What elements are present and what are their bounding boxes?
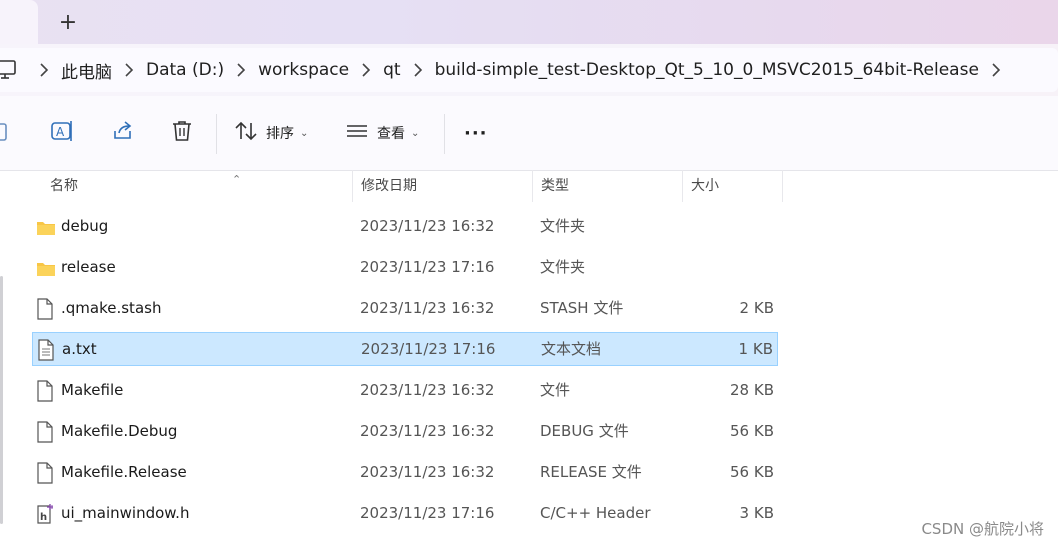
more-icon: ···	[464, 122, 488, 144]
more-options-button[interactable]: ···	[464, 120, 488, 146]
new-tab-button[interactable]: +	[54, 8, 82, 36]
file-date: 2023/11/23 16:32	[360, 299, 495, 317]
file-name: debug	[61, 217, 109, 235]
file-icon	[36, 421, 54, 443]
file-row-makefile[interactable]: Makefile 2023/11/23 16:32 文件 28 KB	[32, 374, 778, 408]
breadcrumb-item-workspace[interactable]: workspace	[255, 60, 352, 80]
file-size: 2 KB	[739, 299, 774, 317]
file-name: release	[61, 258, 116, 276]
header-file-icon: h	[36, 503, 54, 524]
file-size: 56 KB	[730, 422, 774, 440]
scrollbar[interactable]	[0, 276, 3, 524]
copy-icon	[0, 120, 12, 146]
sort-label: 排序	[266, 126, 294, 142]
file-row-makefile-release[interactable]: Makefile.Release 2023/11/23 16:32 RELEAS…	[32, 456, 778, 490]
file-icon	[36, 298, 54, 320]
folder-icon	[36, 216, 56, 236]
file-type: DEBUG 文件	[540, 422, 629, 440]
text-file-icon	[37, 339, 55, 361]
file-date: 2023/11/23 16:32	[360, 217, 495, 235]
share-icon	[111, 119, 135, 147]
chevron-right-icon[interactable]	[227, 63, 255, 77]
toolbar-separator	[216, 114, 217, 154]
chevron-right-icon[interactable]	[404, 63, 432, 77]
rename-icon: A	[50, 119, 76, 147]
file-row-makefile-debug[interactable]: Makefile.Debug 2023/11/23 16:32 DEBUG 文件…	[32, 415, 778, 449]
file-size: 56 KB	[730, 463, 774, 481]
chevron-down-icon: ⌄	[300, 127, 309, 139]
file-size: 3 KB	[739, 504, 774, 522]
file-row-ui-mainwindow-h[interactable]: h ui_mainwindow.h 2023/11/23 17:16 C/C++…	[32, 497, 778, 531]
file-type: C/C++ Header	[540, 504, 651, 522]
column-type-label: 类型	[541, 178, 569, 194]
sort-button[interactable]: 排序 ⌄	[234, 120, 308, 146]
column-date-modified[interactable]: 修改日期	[353, 170, 533, 202]
chevron-down-icon: ⌄	[411, 127, 420, 139]
share-button[interactable]	[111, 120, 135, 146]
file-type: 文本文档	[541, 340, 602, 358]
file-name: .qmake.stash	[61, 299, 162, 317]
file-icon	[36, 462, 54, 484]
file-name: a.txt	[62, 340, 97, 358]
sort-icon	[234, 120, 258, 146]
file-row-debug[interactable]: debug 2023/11/23 16:32 文件夹	[32, 210, 778, 244]
folder-icon	[36, 257, 56, 277]
svg-text:h: h	[40, 512, 47, 523]
view-button[interactable]: 查看 ⌄	[346, 120, 419, 146]
file-date: 2023/11/23 16:32	[360, 381, 495, 399]
file-size: 28 KB	[730, 381, 774, 399]
delete-button[interactable]	[171, 120, 193, 146]
file-row-a-txt[interactable]: a.txt 2023/11/23 17:16 文本文档 1 KB	[32, 332, 778, 366]
file-date: 2023/11/23 16:32	[360, 463, 495, 481]
rename-button[interactable]: A	[50, 120, 76, 146]
file-date: 2023/11/23 17:16	[360, 504, 495, 522]
file-name: Makefile.Release	[61, 463, 187, 481]
active-tab[interactable]	[0, 0, 38, 44]
file-type: 文件	[540, 381, 571, 399]
toolbar-separator	[444, 114, 445, 154]
file-size: 1 KB	[738, 340, 773, 358]
file-type: 文件夹	[540, 258, 586, 276]
column-header: 名称 ⌃ 修改日期 类型 大小	[0, 170, 1058, 202]
chevron-right-icon[interactable]	[115, 63, 143, 77]
breadcrumb-item-qt[interactable]: qt	[380, 60, 403, 80]
file-name: Makefile.Debug	[61, 422, 178, 440]
trash-icon	[171, 119, 193, 147]
chevron-right-icon[interactable]	[982, 63, 1010, 77]
file-row-qmake-stash[interactable]: .qmake.stash 2023/11/23 16:32 STASH 文件 2…	[32, 292, 778, 326]
file-date: 2023/11/23 17:16	[361, 340, 496, 358]
breadcrumb-item-this-pc[interactable]: 此电脑	[58, 58, 115, 83]
column-name-label: 名称	[50, 178, 78, 194]
sort-ascending-icon: ⌃	[232, 173, 242, 186]
copy-button[interactable]	[0, 120, 12, 146]
file-type: 文件夹	[540, 217, 586, 235]
file-icon	[36, 380, 54, 402]
file-row-release[interactable]: release 2023/11/23 17:16 文件夹	[32, 251, 778, 285]
view-list-icon	[346, 122, 368, 144]
chevron-right-icon[interactable]	[352, 63, 380, 77]
column-size[interactable]: 大小	[683, 170, 783, 202]
file-date: 2023/11/23 16:32	[360, 422, 495, 440]
file-type: RELEASE 文件	[540, 463, 642, 481]
command-bar: A 排序 ⌄ 查看 ⌄ ···	[0, 96, 1058, 171]
address-bar: 此电脑 Data (D:) workspace qt build-simple_…	[0, 44, 1058, 96]
file-date: 2023/11/23 17:16	[360, 258, 495, 276]
breadcrumb: 此电脑 Data (D:) workspace qt build-simple_…	[30, 48, 1010, 92]
column-name[interactable]: 名称 ⌃	[42, 170, 353, 202]
column-size-label: 大小	[691, 178, 719, 194]
this-pc-icon[interactable]	[0, 60, 16, 84]
column-date-label: 修改日期	[361, 178, 417, 194]
column-type[interactable]: 类型	[533, 170, 683, 202]
file-explorer-window: + 此电脑 Data (D:) workspace qt build-simpl…	[0, 0, 1058, 548]
view-label: 查看	[377, 126, 405, 142]
file-name: ui_mainwindow.h	[61, 504, 190, 522]
file-type: STASH 文件	[540, 299, 624, 317]
watermark-text: CSDN @航院小将	[921, 520, 1044, 538]
breadcrumb-item-build-folder[interactable]: build-simple_test-Desktop_Qt_5_10_0_MSVC…	[432, 60, 982, 80]
chevron-right-icon[interactable]	[30, 63, 58, 77]
tab-strip: +	[0, 0, 1058, 44]
breadcrumb-item-data-drive[interactable]: Data (D:)	[143, 60, 227, 80]
file-name: Makefile	[61, 381, 124, 399]
svg-text:A: A	[56, 125, 65, 139]
